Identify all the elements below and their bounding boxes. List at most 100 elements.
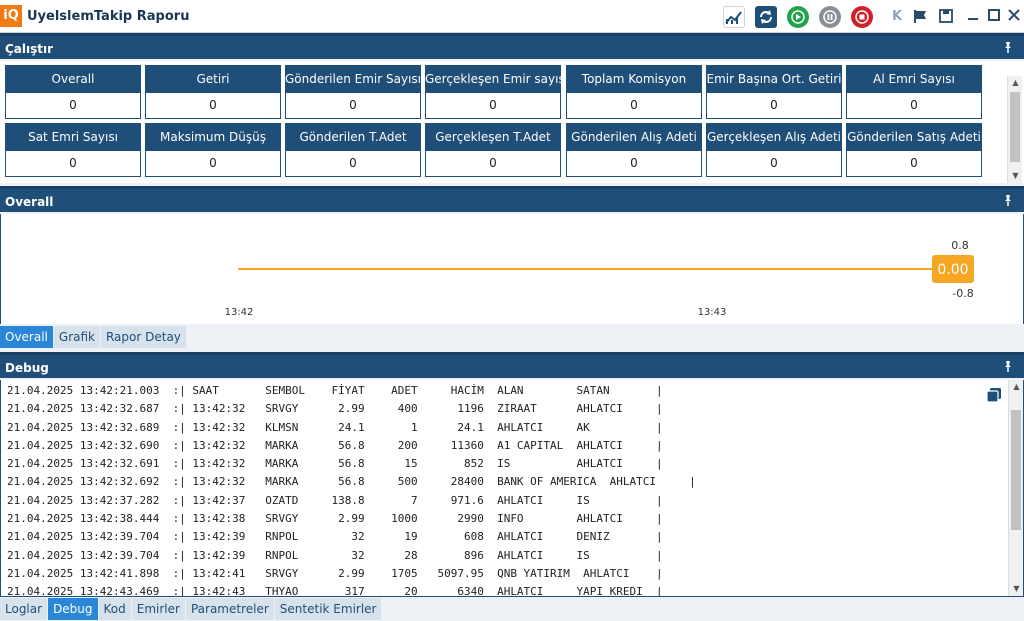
metric-value: 0	[145, 93, 281, 119]
metric-card: Gönderilen Emir Sayısı 0	[285, 65, 421, 119]
y-tick-label: -0.8	[952, 287, 973, 300]
copy-icon[interactable]	[985, 386, 1003, 404]
pin-icon[interactable]	[1002, 41, 1014, 53]
log-line: 21.04.2025 13:42:39.704 :| 13:42:39 RNPO…	[7, 530, 663, 544]
metrics-scrollbar[interactable]: ▲ ▼	[1007, 76, 1022, 183]
metric-value: 0	[566, 151, 702, 177]
metric-card: Gönderilen T.Adet 0	[285, 123, 421, 177]
scroll-thumb[interactable]	[1010, 92, 1020, 162]
debug-log: 21.04.2025 13:42:21.003 :| SAAT SEMBOL F…	[7, 382, 696, 597]
debug-scrollbar[interactable]: ▲ ▼	[1008, 380, 1023, 596]
pin-icon[interactable]	[1002, 360, 1014, 372]
log-line: 21.04.2025 13:42:32.692 :| 13:42:32 MARK…	[7, 475, 696, 489]
metric-label: Getiri	[145, 65, 281, 93]
metric-value: 0	[285, 93, 421, 119]
tab-emirler[interactable]: Emirler	[131, 598, 185, 620]
metric-label: Maksimum Düşüş	[145, 123, 281, 151]
debug-panel-title: Debug	[5, 361, 49, 375]
metric-label: Gerçekleşen Emir sayısı	[425, 65, 561, 93]
metric-value: 0	[425, 151, 561, 177]
metric-card: Overall 0	[5, 65, 141, 119]
tab-loglar[interactable]: Loglar	[0, 598, 48, 620]
log-line: 21.04.2025 13:42:32.690 :| 13:42:32 MARK…	[7, 438, 663, 452]
scroll-down-icon[interactable]: ▼	[1009, 582, 1023, 596]
metric-card: Gönderilen Satış Adeti 0	[846, 123, 982, 177]
debug-tabs: Loglar Debug Kod Emirler Parametreler Senteti…	[0, 598, 382, 620]
stop-icon[interactable]	[851, 6, 873, 28]
tab-debug[interactable]: Debug	[48, 598, 98, 620]
pin-icon[interactable]	[1002, 194, 1014, 206]
y-tick-label: 0.8	[951, 239, 969, 252]
log-line: 21.04.2025 13:42:41.898 :| 13:42:41 SRVG…	[7, 566, 663, 580]
scroll-up-icon[interactable]: ▲	[1008, 76, 1023, 90]
metric-card: Gerçekleşen T.Adet 0	[425, 123, 561, 177]
tab-sentetik-emirler[interactable]: Sentetik Emirler	[274, 598, 382, 620]
minimize-icon[interactable]	[964, 8, 982, 26]
log-line: 21.04.2025 13:42:43.469 :| 13:42:43 THYA…	[7, 585, 663, 597]
tab-grafik[interactable]: Grafik	[53, 326, 100, 348]
title-bar: iQ UyelslemTakip Raporu K	[0, 0, 1024, 33]
metric-label: Toplam Komisyon	[566, 65, 702, 93]
metric-card: Maksimum Düşüş 0	[145, 123, 281, 177]
metric-label: Gönderilen Alış Adeti	[566, 123, 702, 151]
log-line: 21.04.2025 13:42:32.689 :| 13:42:32 KLMS…	[7, 420, 663, 434]
metric-value: 0	[706, 151, 842, 177]
k-icon[interactable]: K	[888, 8, 906, 26]
save-icon[interactable]	[937, 8, 955, 26]
chart-icon[interactable]	[723, 6, 745, 28]
scroll-thumb[interactable]	[1011, 410, 1021, 530]
scroll-down-icon[interactable]: ▼	[1008, 169, 1023, 183]
metric-card: Getiri 0	[145, 65, 281, 119]
pause-icon[interactable]	[819, 6, 841, 28]
metric-value: 0	[5, 93, 141, 119]
app-logo: iQ	[0, 5, 22, 27]
debug-log-area[interactable]: 21.04.2025 13:42:21.003 :| SAAT SEMBOL F…	[0, 380, 1024, 597]
metrics-grid: Overall 0 Getiri 0 Gönderilen Emir Sayısı 0 Ge…	[0, 61, 1024, 183]
scroll-up-icon[interactable]: ▲	[1009, 380, 1023, 394]
metric-card: Toplam Komisyon 0	[566, 65, 702, 119]
overall-chart-svg: 0.00 0.8 -0.8 13:42 13:43	[225, 239, 974, 318]
metric-label: Emir Başına Ort. Getiri	[706, 65, 842, 93]
metric-card: Emir Başına Ort. Getiri 0	[706, 65, 842, 119]
x-tick-label: 13:42	[225, 307, 254, 318]
metric-value: 0	[5, 151, 141, 177]
tab-kod[interactable]: Kod	[98, 598, 131, 620]
current-value-label: 0.00	[937, 262, 968, 278]
metric-label: Overall	[5, 65, 141, 93]
run-panel-title: Çalıştır	[5, 42, 54, 56]
metric-card: Al Emri Sayısı 0	[846, 65, 982, 119]
play-icon[interactable]	[787, 6, 809, 28]
metric-card: Sat Emri Sayısı 0	[5, 123, 141, 177]
tab-overall[interactable]: Overall	[0, 326, 53, 348]
metric-label: Al Emri Sayısı	[846, 65, 982, 93]
flag-icon[interactable]	[912, 8, 930, 26]
metric-value: 0	[566, 93, 702, 119]
metric-card: Gönderilen Alış Adeti 0	[566, 123, 702, 177]
metric-label: Gerçekleşen Alış Adeti	[706, 123, 842, 151]
debug-panel-header: Debug	[0, 352, 1024, 378]
overall-panel-title: Overall	[5, 195, 54, 209]
metric-label: Sat Emri Sayısı	[5, 123, 141, 151]
log-line: 21.04.2025 13:42:21.003 :| SAAT SEMBOL F…	[7, 384, 663, 397]
maximize-icon[interactable]	[985, 8, 1003, 26]
metric-card: Gerçekleşen Emir sayısı 0	[425, 65, 561, 119]
metric-value: 0	[846, 151, 982, 177]
metric-label: Gönderilen Emir Sayısı	[285, 65, 421, 93]
metric-value: 0	[846, 93, 982, 119]
metric-value: 0	[706, 93, 842, 119]
run-panel-header: Çalıştır	[0, 33, 1024, 59]
app-title: UyelslemTakip Raporu	[27, 9, 190, 24]
metric-value: 0	[285, 151, 421, 177]
log-line: 21.04.2025 13:42:32.691 :| 13:42:32 MARK…	[7, 457, 663, 471]
close-icon[interactable]	[1005, 8, 1023, 26]
metric-label: Gerçekleşen T.Adet	[425, 123, 561, 151]
refresh-icon[interactable]	[755, 6, 777, 28]
log-line: 21.04.2025 13:42:38.444 :| 13:42:38 SRVG…	[7, 512, 663, 526]
overall-tabs: Overall Grafik Rapor Detay	[0, 326, 187, 348]
metric-value: 0	[425, 93, 561, 119]
overall-panel-header: Overall	[0, 186, 1024, 212]
tab-parametreler[interactable]: Parametreler	[185, 598, 274, 620]
metric-card: Gerçekleşen Alış Adeti 0	[706, 123, 842, 177]
tab-rapor-detay[interactable]: Rapor Detay	[100, 326, 186, 348]
metric-label: Gönderilen T.Adet	[285, 123, 421, 151]
